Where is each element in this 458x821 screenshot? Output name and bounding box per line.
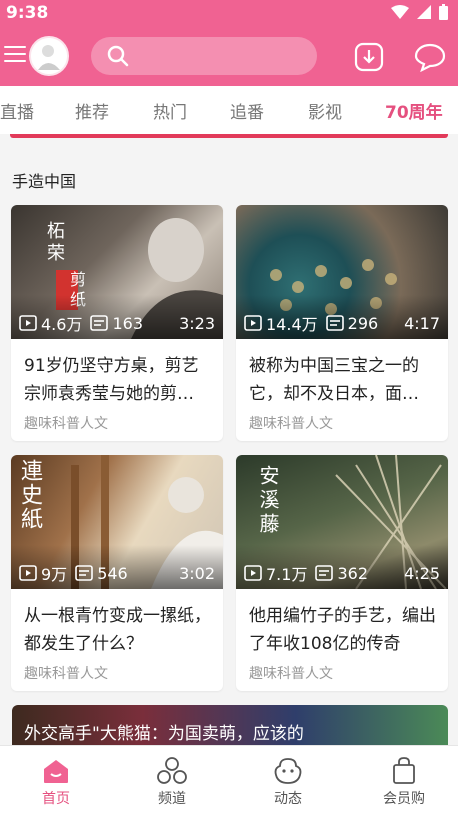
video-channel[interactable]: 趣味科普人文 <box>24 663 108 683</box>
shopping-bag-icon <box>393 757 415 784</box>
video-title[interactable]: 被称为中国三宝之一的它，却不及日本，面… <box>249 352 437 408</box>
search-input[interactable] <box>139 45 303 69</box>
video-title[interactable]: 从一根青竹变成一摞纸，都发生了什么？ <box>24 602 212 658</box>
video-title[interactable]: 他用编竹子的手艺，编出了年收108亿的传奇 <box>249 602 437 658</box>
search-box[interactable] <box>91 37 317 75</box>
nav-channels[interactable]: 频道 <box>132 754 212 808</box>
tab-recommend[interactable]: 推荐 <box>75 98 109 123</box>
play-count-icon <box>19 315 37 331</box>
view-count: 9万 <box>41 565 68 584</box>
video-card[interactable]: 連史紙 9万 546 3:02 从一根青竹变成一摞纸，都发生了什么？ 趣味科普人… <box>11 455 223 691</box>
status-bar: 9:38 <box>0 0 458 26</box>
signal-icon <box>417 5 431 19</box>
video-duration: 3:02 <box>179 563 215 583</box>
video-card[interactable]: 14.4万 296 4:17 被称为中国三宝之一的它，却不及日本，面… 趣味科普… <box>236 205 448 441</box>
nav-dynamics-label: 动态 <box>274 791 302 807</box>
video-title[interactable]: 91岁仍坚守方桌，剪艺宗师袁秀莹与她的剪… <box>24 352 212 408</box>
danmaku-icon <box>90 315 109 331</box>
danmaku-icon <box>325 315 344 331</box>
section-title: 手造中国 <box>12 172 77 191</box>
video-thumbnail: 柘荣 剪纸 4.6万 163 3:23 <box>11 205 223 339</box>
wifi-icon <box>391 5 409 19</box>
view-count: 7.1万 <box>266 565 308 584</box>
video-card[interactable]: 柘荣 剪纸 4.6万 163 3:23 91岁仍坚守方桌，剪艺宗师袁秀莹与她的剪… <box>11 205 223 441</box>
video-stats: 9万 546 3:02 <box>19 563 215 584</box>
video-stats: 4.6万 163 3:23 <box>19 313 215 334</box>
thumbnail-text: 安溪藤 <box>256 465 280 537</box>
video-thumbnail: 14.4万 296 4:17 <box>236 205 448 339</box>
nav-home-label: 首页 <box>42 791 70 807</box>
video-stats: 7.1万 362 4:25 <box>244 563 440 584</box>
category-tabs: 直播 推荐 热门 追番 影视 70周年 <box>0 86 458 134</box>
tab-underline <box>10 134 448 138</box>
nav-membership-shop-label: 会员购 <box>383 791 425 807</box>
tab-movies[interactable]: 影视 <box>308 98 342 123</box>
danmaku-icon <box>75 565 93 581</box>
tab-anime[interactable]: 追番 <box>230 98 264 123</box>
battery-icon <box>439 4 448 20</box>
video-thumbnail: 連史紙 9万 546 3:02 <box>11 455 223 589</box>
video-channel[interactable]: 趣味科普人文 <box>249 413 333 433</box>
dynamics-icon <box>274 758 302 784</box>
thumbnail-text: 柘荣 <box>44 221 65 265</box>
banner-title: 外交高手"大熊猫：为国卖萌，应该的 <box>24 724 304 744</box>
tab-70th-anniversary[interactable]: 70周年 <box>385 98 443 123</box>
avatar[interactable] <box>29 36 69 76</box>
tab-live[interactable]: 直播 <box>0 98 34 123</box>
menu-icon[interactable] <box>4 46 26 66</box>
play-count-icon <box>244 565 262 581</box>
message-icon[interactable] <box>414 42 446 72</box>
video-card[interactable]: 安溪藤 7.1万 362 4:25 他用编竹子的手艺，编出了年收108亿的传奇 … <box>236 455 448 691</box>
status-time: 9:38 <box>6 3 49 23</box>
video-channel[interactable]: 趣味科普人文 <box>249 663 333 683</box>
channels-icon <box>157 757 187 784</box>
status-icons <box>391 4 448 20</box>
play-count-icon <box>19 565 37 581</box>
nav-dynamics[interactable]: 动态 <box>248 754 328 808</box>
video-duration: 3:23 <box>179 313 215 333</box>
search-icon <box>107 45 129 67</box>
tab-hot[interactable]: 热门 <box>153 98 187 123</box>
video-duration: 4:25 <box>404 563 440 583</box>
app-bar <box>0 26 458 86</box>
danmaku-count: 163 <box>112 313 143 333</box>
danmaku-count: 546 <box>97 563 128 583</box>
home-icon <box>44 760 68 783</box>
nav-home[interactable]: 首页 <box>16 754 96 808</box>
bottom-navigation: 首页 频道 动态 会员购 <box>0 745 458 821</box>
danmaku-count: 362 <box>337 563 368 583</box>
nav-channels-label: 频道 <box>158 791 186 807</box>
thumbnail-text: 連史紙 <box>17 459 42 531</box>
video-stats: 14.4万 296 4:17 <box>244 313 440 334</box>
play-count-icon <box>244 315 262 331</box>
view-count: 4.6万 <box>41 315 83 334</box>
view-count: 14.4万 <box>266 315 318 334</box>
danmaku-count: 296 <box>347 313 379 333</box>
video-channel[interactable]: 趣味科普人文 <box>24 413 108 433</box>
video-duration: 4:17 <box>404 313 440 333</box>
danmaku-icon <box>315 565 334 581</box>
nav-membership-shop[interactable]: 会员购 <box>364 754 444 808</box>
download-icon[interactable] <box>354 42 384 72</box>
video-thumbnail: 安溪藤 7.1万 362 4:25 <box>236 455 448 589</box>
